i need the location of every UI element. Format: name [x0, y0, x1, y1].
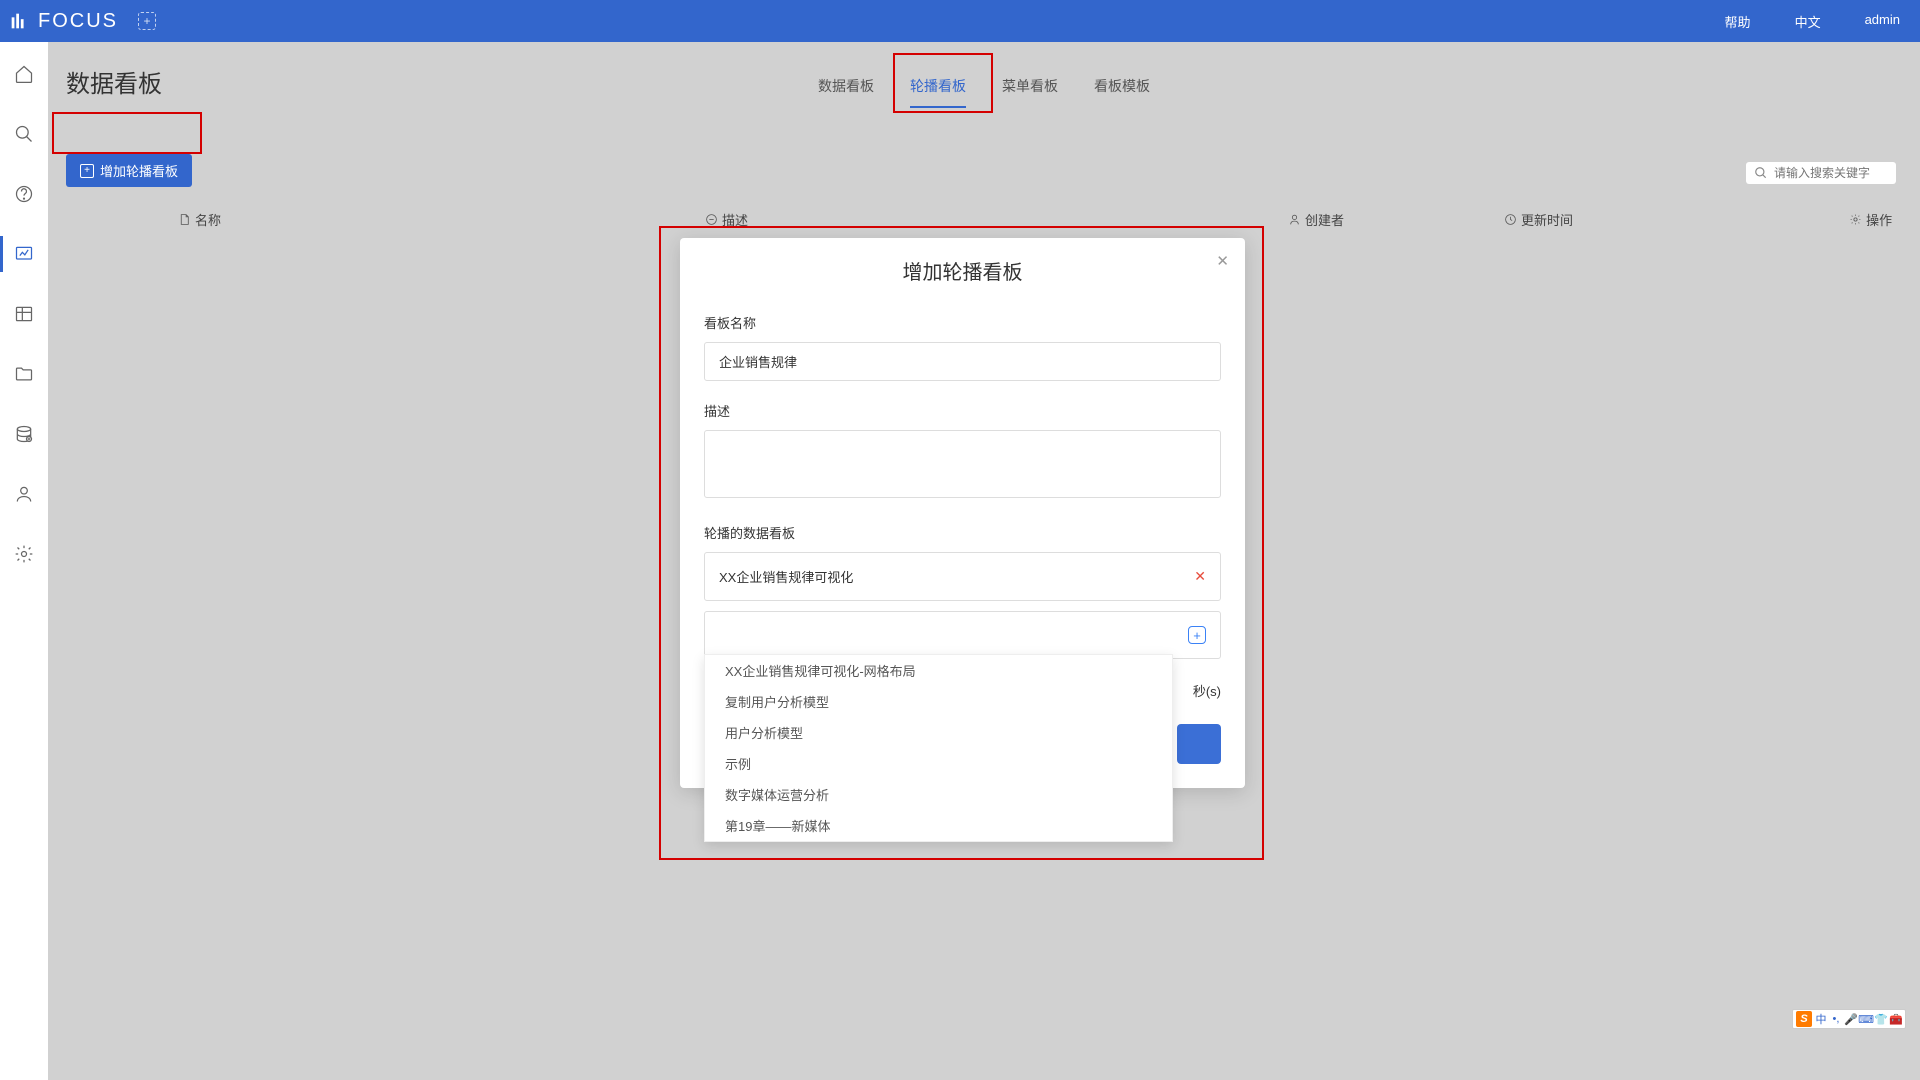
search-wrap[interactable] [1746, 162, 1896, 184]
ime-toolbox-icon: 🧰 [1890, 1013, 1902, 1025]
minus-circle-icon [705, 213, 718, 226]
ime-cn: 中 [1815, 1013, 1827, 1025]
seconds-label: 秒(s) [1193, 681, 1221, 700]
ime-indicator: S 中 •, 🎤 ⌨ 👕 🧰 [1792, 1009, 1906, 1029]
th-time: 更新时间 [1504, 210, 1573, 229]
dropdown-item[interactable]: 用户分析模型 [705, 717, 1172, 748]
dropdown-item[interactable]: 复制用户分析模型 [705, 686, 1172, 717]
ime-brand-icon: S [1796, 1011, 1812, 1027]
dropdown-item[interactable]: 数字媒体运营分析 [705, 779, 1172, 810]
tabs: 数据看板 轮播看板 菜单看板 看板模板 [814, 70, 1154, 108]
add-board-select[interactable]: + [704, 611, 1221, 659]
name-label: 看板名称 [704, 313, 1221, 332]
ime-punct-icon: •, [1830, 1013, 1842, 1025]
add-board-input[interactable] [719, 628, 1157, 643]
add-carousel-modal: ✕ 增加轮播看板 看板名称 描述 轮播的数据看板 XX企业销售规律可视化 ✕ +… [680, 238, 1245, 788]
search-icon [1754, 166, 1768, 180]
tab-data[interactable]: 数据看板 [814, 70, 878, 108]
logo-text: FOCUS [38, 10, 118, 33]
th-creator: 创建者 [1288, 210, 1344, 229]
sidebar-folder[interactable] [0, 360, 48, 388]
dropdown-item[interactable]: XX企业销售规律可视化-网格布局 [705, 655, 1172, 686]
tab-menu[interactable]: 菜单看板 [998, 70, 1062, 108]
dropdown-item[interactable]: 第19章——新媒体 [705, 810, 1172, 841]
th-name: 名称 [178, 210, 221, 229]
add-board-plus-icon[interactable]: + [1188, 626, 1206, 644]
table-header: 名称 描述 创建者 更新时间 操作 [48, 204, 1920, 234]
sidebar-user[interactable] [0, 480, 48, 508]
dropdown-item[interactable]: 示例 [705, 748, 1172, 779]
board-desc-input[interactable] [704, 430, 1221, 498]
sidebar-table[interactable] [0, 300, 48, 328]
search-input[interactable] [1774, 166, 1888, 180]
selected-board-item: XX企业销售规律可视化 ✕ [704, 552, 1221, 601]
boards-label: 轮播的数据看板 [704, 523, 1221, 542]
topbar: FOCUS + 帮助 中文 admin [0, 0, 1920, 42]
clock-icon [1504, 213, 1517, 226]
sidebar-data[interactable] [0, 420, 48, 448]
desc-label: 描述 [704, 401, 1221, 420]
new-tab-button[interactable]: + [138, 12, 156, 30]
board-name-input[interactable] [704, 342, 1221, 381]
logo-icon [8, 10, 30, 32]
user-link[interactable]: admin [1865, 12, 1900, 31]
file-icon [178, 213, 191, 226]
confirm-button[interactable] [1177, 724, 1221, 764]
add-board-select-wrap: + XX企业销售规律可视化-网格布局 复制用户分析模型 用户分析模型 示例 数字… [704, 611, 1221, 659]
sidebar [0, 42, 48, 1080]
remove-board-icon[interactable]: ✕ [1194, 568, 1206, 585]
ime-keyboard-icon: ⌨ [1860, 1013, 1872, 1025]
sidebar-help[interactable] [0, 180, 48, 208]
logo[interactable]: FOCUS [8, 10, 118, 33]
board-dropdown: XX企业销售规律可视化-网格布局 复制用户分析模型 用户分析模型 示例 数字媒体… [704, 654, 1173, 842]
help-link[interactable]: 帮助 [1725, 12, 1751, 31]
tab-template[interactable]: 看板模板 [1090, 70, 1154, 108]
ime-mic-icon: 🎤 [1845, 1013, 1857, 1025]
close-icon[interactable]: ✕ [1216, 252, 1229, 270]
th-desc: 描述 [705, 210, 748, 229]
add-button-label: 增加轮播看板 [100, 161, 178, 180]
language-link[interactable]: 中文 [1795, 12, 1821, 31]
add-carousel-button[interactable]: + 增加轮播看板 [66, 154, 192, 187]
sidebar-search[interactable] [0, 120, 48, 148]
ime-skin-icon: 👕 [1875, 1013, 1887, 1025]
plus-box-icon: + [80, 164, 94, 178]
topbar-right: 帮助 中文 admin [1725, 12, 1900, 31]
sidebar-dashboard[interactable] [0, 240, 48, 268]
modal-title: 增加轮播看板 [704, 256, 1221, 285]
th-action: 操作 [1849, 210, 1892, 229]
gear-icon [1849, 213, 1862, 226]
user-icon [1288, 213, 1301, 226]
tab-carousel[interactable]: 轮播看板 [906, 70, 970, 108]
sidebar-home[interactable] [0, 60, 48, 88]
sidebar-settings[interactable] [0, 540, 48, 568]
selected-board-label: XX企业销售规律可视化 [719, 567, 853, 586]
add-button-wrap: + 增加轮播看板 [66, 154, 192, 187]
